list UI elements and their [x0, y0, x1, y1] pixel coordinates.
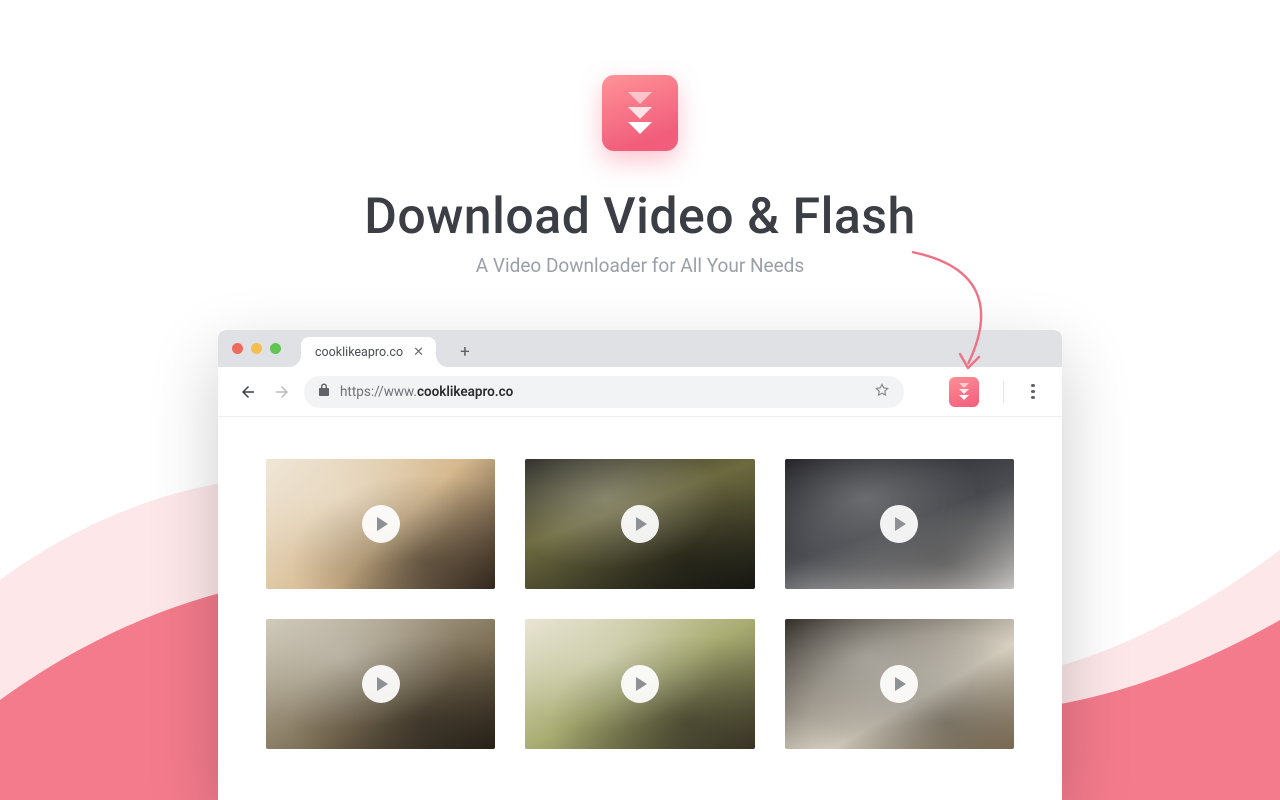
forward-button — [270, 380, 294, 404]
play-icon — [362, 665, 400, 703]
video-grid — [218, 417, 1062, 791]
browser-window: cooklikeapro.co ✕ + https://www.cooklike… — [218, 330, 1062, 800]
window-controls — [232, 330, 281, 367]
play-icon — [880, 505, 918, 543]
play-icon — [362, 505, 400, 543]
play-icon — [621, 665, 659, 703]
maximize-window-icon[interactable] — [270, 343, 281, 354]
lock-icon — [318, 383, 330, 401]
new-tab-button[interactable]: + — [452, 339, 478, 365]
close-window-icon[interactable] — [232, 343, 243, 354]
back-button[interactable] — [236, 380, 260, 404]
close-tab-icon[interactable]: ✕ — [413, 345, 424, 360]
video-thumbnail[interactable] — [266, 459, 495, 589]
extension-button[interactable] — [949, 377, 979, 407]
minimize-window-icon[interactable] — [251, 343, 262, 354]
hero-title: Download Video & Flash — [0, 188, 1280, 246]
tab-title: cooklikeapro.co — [315, 345, 403, 360]
pointer-arrow-icon — [900, 246, 1020, 376]
bookmark-star-icon[interactable] — [874, 382, 890, 402]
video-thumbnail[interactable] — [785, 619, 1014, 749]
address-bar[interactable]: https://www.cooklikeapro.co — [304, 376, 904, 408]
video-thumbnail[interactable] — [525, 619, 754, 749]
extension-icon — [956, 382, 972, 402]
video-thumbnail[interactable] — [525, 459, 754, 589]
url-text: https://www.cooklikeapro.co — [340, 384, 513, 400]
app-logo-icon — [602, 75, 678, 151]
browser-menu-button[interactable] — [1022, 384, 1044, 400]
video-thumbnail[interactable] — [785, 459, 1014, 589]
browser-tab[interactable]: cooklikeapro.co ✕ — [301, 337, 436, 367]
video-thumbnail[interactable] — [266, 619, 495, 749]
hero-subtitle: A Video Downloader for All Your Needs — [0, 254, 1280, 277]
toolbar-divider — [1003, 381, 1004, 403]
play-icon — [880, 665, 918, 703]
play-icon — [621, 505, 659, 543]
